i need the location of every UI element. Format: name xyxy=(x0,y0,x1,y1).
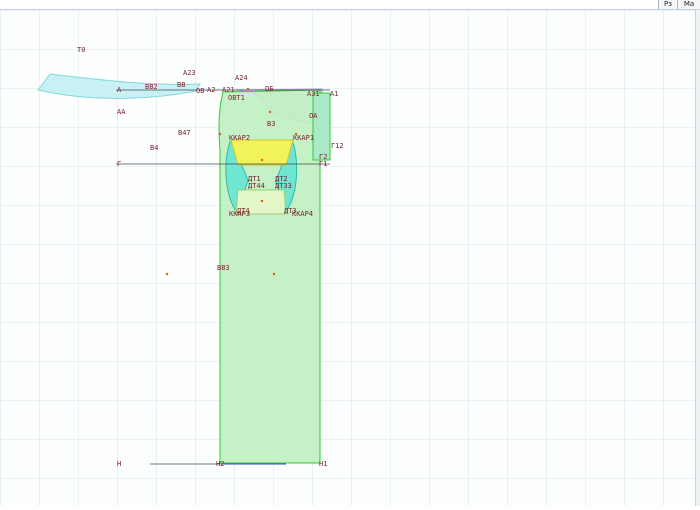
label-ob[interactable]: ОВ xyxy=(196,87,204,95)
label-kkap4[interactable]: ККАР4 xyxy=(292,210,313,218)
label-n[interactable]: Н xyxy=(117,460,121,468)
label-oa[interactable]: ОА xyxy=(309,112,318,120)
top-toolbar: Рз Ма xyxy=(0,0,700,10)
label-a1[interactable]: А1 xyxy=(330,90,338,98)
label-dt44[interactable]: ДТ44 xyxy=(248,182,265,190)
label-bb[interactable]: ВВ xyxy=(177,81,185,89)
label-n1[interactable]: Н1 xyxy=(319,460,327,468)
point[interactable] xyxy=(260,158,264,162)
label-b3[interactable]: В3 xyxy=(267,120,275,128)
label-n2[interactable]: Н2 xyxy=(216,460,224,468)
point[interactable] xyxy=(268,110,272,114)
label-t0[interactable]: Т0 xyxy=(77,46,85,54)
pattern-canvas[interactable]: Т0 А23 А24 А ВВ2 ВВ ОВ А2 А21 ОБ ОВТ1 А3… xyxy=(0,0,700,506)
side-strip[interactable] xyxy=(312,92,331,161)
point[interactable] xyxy=(218,132,222,136)
tab-pz[interactable]: Рз xyxy=(658,0,677,9)
label-b4[interactable]: В4 xyxy=(150,144,158,152)
label-kkap1[interactable]: ККАР1 xyxy=(293,134,314,142)
point[interactable] xyxy=(272,272,276,276)
label-a23[interactable]: А23 xyxy=(183,69,196,77)
label-g[interactable]: Г xyxy=(117,160,121,168)
label-o2[interactable]: ОБ xyxy=(265,85,273,93)
point[interactable] xyxy=(246,87,250,91)
label-g1[interactable]: Г1 xyxy=(319,160,327,168)
label-kkap2[interactable]: ККАР2 xyxy=(229,134,250,142)
label-aa[interactable]: АА xyxy=(117,108,126,116)
label-kkap3[interactable]: ККАР3 xyxy=(229,210,250,218)
label-dt33[interactable]: ДТ33 xyxy=(275,182,292,190)
pattern-drawing[interactable]: Т0 А23 А24 А ВВ2 ВВ ОВ А2 А21 ОБ ОВТ1 А3… xyxy=(0,0,700,506)
label-a24[interactable]: А24 xyxy=(235,74,248,82)
label-g12[interactable]: Г12 xyxy=(331,142,344,150)
dart-yellow[interactable] xyxy=(230,139,294,166)
tab-ma[interactable]: Ма xyxy=(677,0,700,9)
label-bb2[interactable]: ВВ2 xyxy=(145,83,158,91)
label-b47[interactable]: В47 xyxy=(178,129,191,137)
label-a2[interactable]: А2 xyxy=(207,86,215,94)
right-scrollbar[interactable] xyxy=(695,10,700,506)
point[interactable] xyxy=(260,199,264,203)
label-a21[interactable]: А21 xyxy=(222,86,235,94)
point[interactable] xyxy=(165,272,169,276)
label-bb3[interactable]: ВВ3 xyxy=(217,264,230,272)
label-a31[interactable]: А31 xyxy=(307,90,320,98)
label-ob1[interactable]: ОВТ1 xyxy=(228,94,245,102)
